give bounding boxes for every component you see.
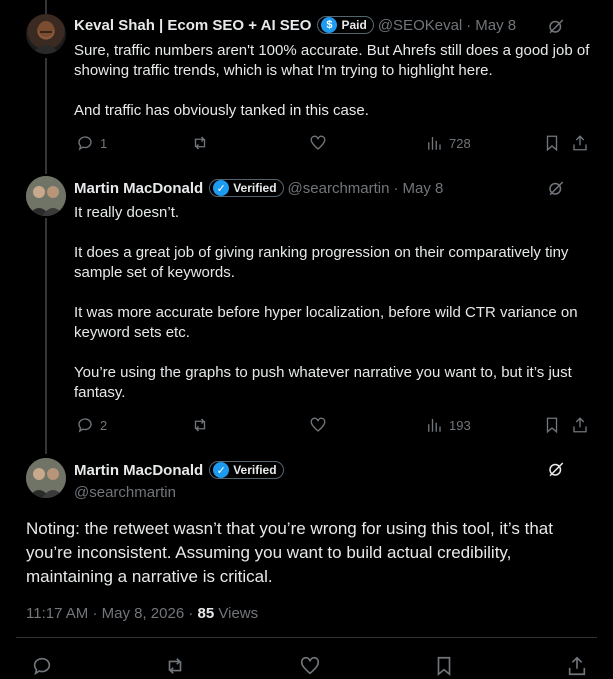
dollar-icon: $ [321, 17, 338, 33]
views-button[interactable]: 728 [425, 134, 471, 152]
tweet-date[interactable]: May 8 [475, 17, 516, 34]
retweet-icon[interactable] [164, 655, 186, 677]
author-handle[interactable]: @SEOKeval [378, 17, 462, 34]
reply-icon [78, 136, 92, 151]
tweet-paragraph: It was more accurate before hyper locali… [74, 304, 578, 341]
author-name[interactable]: Keval Shah | Ecom SEO + AI SEO [74, 17, 311, 34]
view-count: 193 [449, 417, 471, 433]
retweet-button[interactable] [191, 134, 209, 152]
author-handle[interactable]: @searchmartin [74, 484, 176, 501]
tweet-text: Sure, traffic numbers aren't 100% accura… [74, 41, 594, 121]
check-icon: ✓ [213, 462, 230, 478]
tweet-time[interactable]: 11:17 AM [26, 605, 88, 622]
tweet-paragraph: And traffic has obviously tanked in this… [74, 102, 369, 119]
author-handle[interactable]: @searchmartin [288, 180, 390, 197]
author-name[interactable]: Martin MacDonald [74, 180, 203, 197]
view-count: 85 [197, 605, 215, 622]
main-tweet-text: Noting: the retweet wasn’t that you’re w… [26, 519, 553, 586]
tweet-paragraph: It really doesn’t. [74, 204, 180, 221]
retweet-icon [194, 418, 206, 432]
thread-line [45, 58, 47, 174]
tweet-date[interactable]: May 8, 2026 [102, 605, 185, 622]
tweet-header: Martin MacDonald ✓ Verified @searchmarti… [74, 179, 443, 197]
paid-badge[interactable]: $ Paid [317, 16, 374, 34]
reply-count: 1 [100, 135, 108, 151]
share-icon [573, 417, 587, 433]
share-button[interactable] [571, 416, 589, 434]
reply-count: 2 [100, 417, 108, 433]
heart-icon[interactable] [299, 655, 321, 677]
views-label: Views [218, 605, 259, 622]
thread-line [45, 0, 47, 14]
bookmark-icon[interactable] [433, 655, 455, 677]
retweet-icon [194, 136, 206, 150]
tweet-header: Martin MacDonald ✓ Verified [74, 461, 284, 479]
check-icon: ✓ [213, 180, 230, 196]
badge-label: Verified [233, 463, 277, 477]
bookmark-button[interactable] [543, 416, 561, 434]
tweet-paragraph: You’re using the graphs to push whatever… [74, 364, 572, 401]
views-button[interactable]: 193 [425, 416, 471, 434]
like-button[interactable] [309, 416, 327, 434]
reply-icon [78, 418, 92, 433]
heart-icon [310, 135, 326, 150]
separator: · [466, 16, 472, 34]
reply-button[interactable]: 2 [76, 416, 107, 434]
grok-icon[interactable] [547, 179, 565, 197]
tweet-paragraph: It does a great job of giving ranking pr… [74, 244, 569, 281]
tweet-header: Keval Shah | Ecom SEO + AI SEO $ Paid @S… [74, 16, 516, 34]
tweet-date[interactable]: May 8 [402, 180, 443, 197]
bookmark-button[interactable] [543, 134, 561, 152]
separator: · [188, 605, 194, 622]
bookmark-icon [546, 417, 558, 434]
grok-icon[interactable] [547, 17, 565, 35]
views-icon [428, 419, 441, 432]
retweet-button[interactable] [191, 416, 209, 434]
tweet-meta: 11:17 AM · May 8, 2026 · 85 Views [26, 605, 258, 622]
tweet-paragraph: Sure, traffic numbers aren't 100% accura… [74, 42, 590, 79]
avatar[interactable] [26, 458, 66, 498]
thread-line [45, 218, 47, 454]
views-icon [428, 137, 441, 150]
reply-icon[interactable] [31, 655, 53, 677]
share-icon[interactable] [566, 655, 588, 677]
like-button[interactable] [309, 134, 327, 152]
share-icon [573, 135, 587, 151]
avatar[interactable] [26, 14, 66, 54]
badge-label: Paid [341, 18, 367, 32]
heart-icon [310, 417, 326, 432]
tweet-text: It really doesn’t. It does a great job o… [74, 203, 599, 403]
divider [16, 637, 597, 638]
reply-button[interactable]: 1 [76, 134, 107, 152]
view-count: 728 [449, 135, 471, 151]
grok-icon[interactable] [547, 460, 565, 478]
author-name[interactable]: Martin MacDonald [74, 462, 203, 479]
bookmark-icon [546, 135, 558, 152]
verified-badge[interactable]: ✓ Verified [209, 461, 284, 479]
separator: · [92, 605, 98, 622]
avatar[interactable] [26, 176, 66, 216]
separator: · [393, 179, 399, 197]
share-button[interactable] [571, 134, 589, 152]
verified-badge[interactable]: ✓ Verified [209, 179, 284, 197]
badge-label: Verified [233, 181, 277, 195]
